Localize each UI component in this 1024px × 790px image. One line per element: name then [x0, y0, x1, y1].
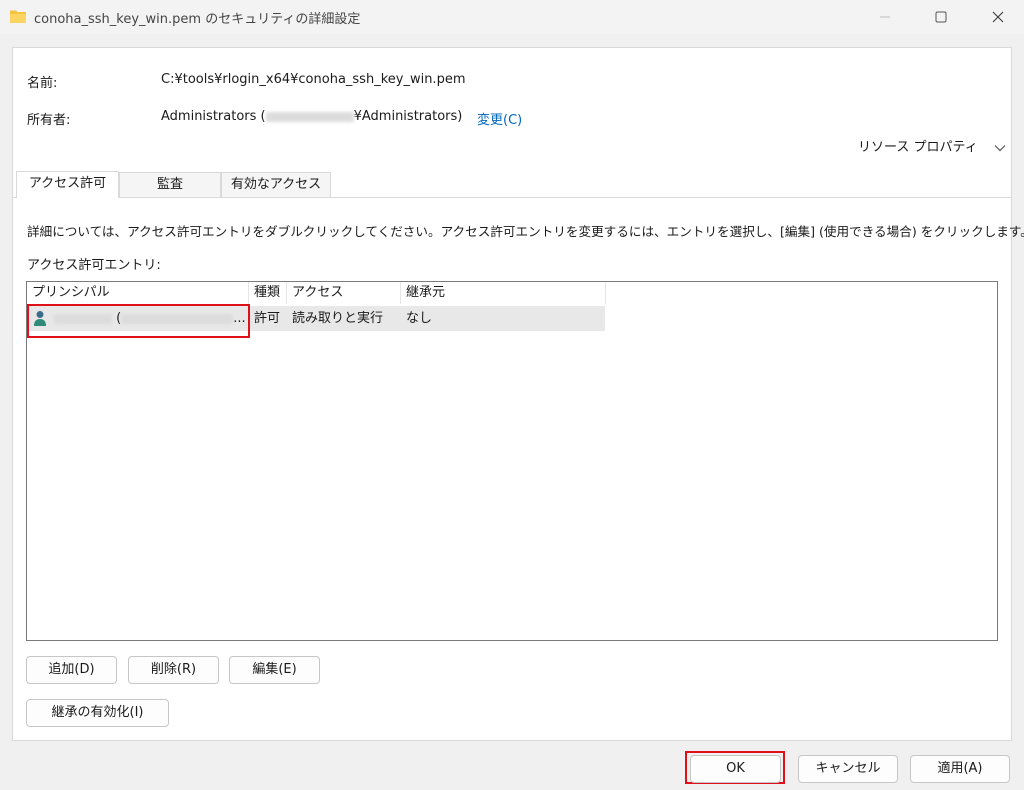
change-owner-link[interactable]: 変更(C) — [477, 109, 522, 128]
minimize-button[interactable] — [862, 0, 908, 34]
column-header-access[interactable]: アクセス — [287, 282, 401, 304]
redacted-text — [121, 313, 234, 324]
owner-label: 所有者: — [27, 113, 71, 128]
owner-value-suffix: ¥Administrators) — [353, 109, 463, 124]
tab-permissions[interactable]: アクセス許可 — [16, 171, 119, 198]
name-label: 名前: — [27, 76, 58, 91]
permissions-description: 詳細については、アクセス許可エントリをダブルクリックしてください。アクセス許可エ… — [27, 224, 1024, 239]
resource-properties-label: リソース プロパティ — [858, 140, 978, 155]
permission-entries-list[interactable]: プリンシパル 種類 アクセス 継承元 (... 許可 読み取りと実行 なし — [26, 281, 998, 641]
user-icon — [34, 311, 46, 326]
list-header: プリンシパル 種類 アクセス 継承元 — [27, 282, 607, 304]
principal-ellipsis: ... — [233, 311, 246, 326]
cancel-button[interactable]: キャンセル — [798, 755, 898, 783]
column-header-inherited-from[interactable]: 継承元 — [401, 282, 606, 304]
window-title: conoha_ssh_key_win.pem のセキュリティの詳細設定 — [34, 12, 361, 27]
owner-value: Administrators ( ¥Administrators) — [161, 109, 462, 124]
owner-value-prefix: Administrators ( — [161, 109, 266, 124]
redacted-text — [265, 111, 354, 122]
close-button[interactable] — [975, 0, 1021, 34]
chevron-down-icon — [994, 144, 1006, 151]
add-button[interactable]: 追加(D) — [26, 656, 117, 684]
maximize-icon — [935, 11, 947, 23]
tab-effective-access[interactable]: 有効なアクセス — [221, 172, 331, 197]
permission-entries-label: アクセス許可エントリ: — [27, 258, 161, 273]
type-cell: 許可 — [254, 311, 281, 326]
apply-button[interactable]: 適用(A) — [910, 755, 1010, 783]
resource-properties-toggle[interactable]: リソース プロパティ — [858, 136, 1006, 155]
edit-button[interactable]: 編集(E) — [229, 656, 320, 684]
redacted-text — [54, 313, 112, 324]
access-cell: 読み取りと実行 — [292, 311, 384, 326]
folder-icon — [10, 10, 26, 23]
tab-divider — [13, 197, 1011, 198]
title-bar[interactable]: conoha_ssh_key_win.pem のセキュリティの詳細設定 — [0, 0, 1024, 34]
minimize-icon — [880, 16, 890, 18]
column-header-principal[interactable]: プリンシパル — [27, 282, 249, 304]
principal-cell: (... — [49, 306, 249, 331]
close-icon — [992, 11, 1004, 23]
ok-button[interactable]: OK — [690, 755, 781, 783]
tab-auditing[interactable]: 監査 — [119, 172, 221, 197]
name-value: C:¥tools¥rlogin_x64¥conoha_ssh_key_win.p… — [161, 72, 466, 87]
table-row[interactable]: (... 許可 読み取りと実行 なし — [27, 306, 605, 331]
remove-button[interactable]: 削除(R) — [128, 656, 219, 684]
enable-inheritance-button[interactable]: 継承の有効化(I) — [26, 699, 169, 727]
main-panel: 名前: C:¥tools¥rlogin_x64¥conoha_ssh_key_w… — [12, 47, 1024, 741]
maximize-button[interactable] — [918, 0, 964, 34]
inherited-from-cell: なし — [406, 311, 433, 326]
column-header-type[interactable]: 種類 — [249, 282, 287, 304]
